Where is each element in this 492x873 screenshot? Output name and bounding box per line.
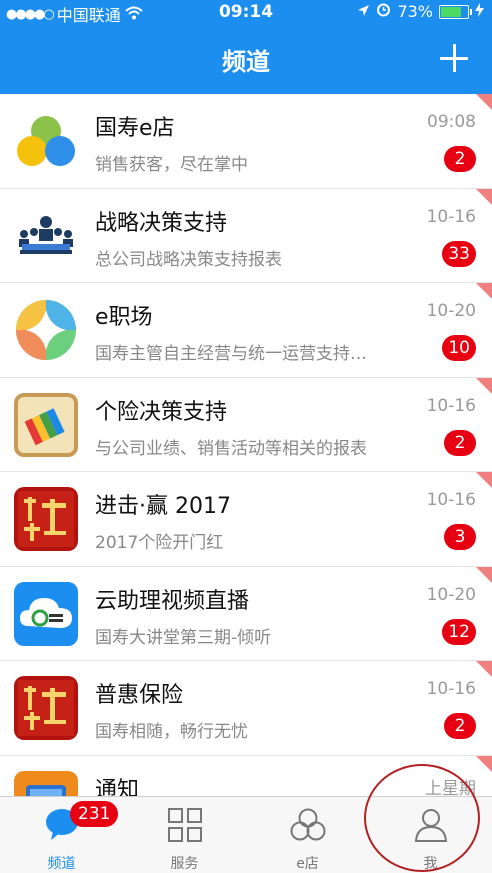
unread-badge: 2: [444, 713, 476, 739]
battery-percent: 73%: [397, 2, 433, 21]
list-item[interactable]: 普惠保险国寿相随，畅行无忧 10-16 2: [0, 661, 492, 756]
tab-channels-badge: 231: [70, 801, 119, 827]
channel-time: 09:08: [427, 112, 476, 132]
tab-estore[interactable]: e店: [246, 797, 369, 873]
tab-services-label: 服务: [170, 856, 199, 872]
channel-title: 云助理视频直播: [95, 588, 250, 614]
list-item[interactable]: 云助理视频直播国寿大讲堂第三期-倾听 10-20 12: [0, 566, 492, 661]
meeting-people-icon: [14, 203, 78, 268]
list-item[interactable]: 国寿e店销售获客，尽在掌中 09:08 2: [0, 94, 492, 189]
cloud-three-circles-icon: [14, 109, 78, 173]
status-bar: ●●●●○ 中国联通 09:14 73%: [0, 0, 492, 25]
tab-services[interactable]: 服务: [123, 797, 246, 873]
add-icon[interactable]: [440, 44, 468, 72]
rainbow-ring-icon: [14, 298, 78, 362]
corner-marker-icon: [476, 661, 492, 677]
channel-title: 进击·赢 2017: [95, 494, 231, 519]
red-calligraphy-icon: [14, 676, 78, 740]
list-item[interactable]: e职场国寿主管自主经营与统一运营支持… 10-20 10: [0, 283, 492, 378]
battery-icon: [439, 4, 472, 19]
list-item[interactable]: 个险决策支持与公司业绩、销售活动等相关的报表 10-16 2: [0, 377, 492, 472]
channel-time: 10-16: [426, 395, 476, 416]
channel-subtitle: 国寿主管自主经营与统一运营支持…: [95, 344, 367, 364]
charging-icon: [475, 2, 484, 21]
unread-badge: 33: [442, 240, 476, 267]
channel-subtitle: 与公司业绩、销售活动等相关的报表: [95, 438, 367, 459]
corner-marker-icon: [476, 377, 492, 394]
channel-title: 国寿e店: [95, 116, 175, 141]
three-circles-icon: [289, 807, 327, 847]
unread-badge: 2: [444, 429, 476, 456]
alarm-icon: [376, 2, 391, 21]
list-item[interactable]: 战略决策支持总公司战略决策支持报表 10-16 33: [0, 188, 492, 283]
channel-title: 通知: [95, 777, 140, 797]
channel-title: e职场: [95, 305, 153, 330]
channel-subtitle: 总公司战略决策支持报表: [95, 249, 282, 270]
cloud-live-icon: [14, 581, 78, 646]
channel-time: 10-16: [426, 206, 476, 227]
channel-time: 10-20: [426, 301, 476, 321]
channel-time: 10-16: [426, 679, 476, 699]
channel-subtitle: 2017个险开门红: [95, 533, 224, 553]
channel-time: 10-16: [426, 490, 476, 510]
channel-list[interactable]: 国寿e店销售获客，尽在掌中 09:08 2 战略决策支持总公司战略决策支持报表 10-1…: [0, 94, 492, 796]
colored-book-icon: [14, 392, 78, 457]
status-right: 73%: [357, 2, 484, 21]
corner-marker-icon: [476, 188, 492, 205]
corner-marker-icon: [476, 755, 492, 772]
channel-subtitle: 销售获客，尽在掌中: [95, 155, 248, 175]
channel-time: 10-20: [426, 584, 476, 605]
corner-marker-icon: [476, 94, 492, 110]
annotation-circle: [364, 764, 480, 872]
list-item[interactable]: 进击·赢 2017 2017个险开门红 10-16 3: [0, 472, 492, 567]
notice-tablet-icon: [14, 770, 78, 796]
channel-title: 普惠保险: [95, 683, 184, 708]
channel-subtitle: 国寿大讲堂第三期-倾听: [95, 627, 272, 648]
grid-icon: [167, 807, 203, 847]
tab-channels-label: 频道: [47, 856, 76, 872]
tab-channels[interactable]: 231 频道: [0, 797, 123, 873]
red-calligraphy-icon: [14, 487, 78, 551]
tab-estore-label: e店: [296, 856, 319, 872]
unread-badge: 3: [444, 524, 476, 550]
channel-subtitle: 国寿相随，畅行无忧: [95, 722, 248, 742]
corner-marker-icon: [476, 283, 492, 299]
unread-badge: 10: [442, 335, 476, 361]
location-icon: [357, 2, 370, 21]
channel-title: 个险决策支持: [95, 399, 228, 425]
battery-fill: [441, 6, 462, 17]
corner-marker-icon: [476, 472, 492, 488]
unread-badge: 12: [442, 618, 476, 645]
corner-marker-icon: [476, 566, 492, 583]
unread-badge: 2: [444, 146, 476, 172]
channel-title: 战略决策支持: [95, 210, 228, 236]
nav-bar: 频道: [0, 24, 492, 94]
page-title: 频道: [222, 48, 270, 76]
